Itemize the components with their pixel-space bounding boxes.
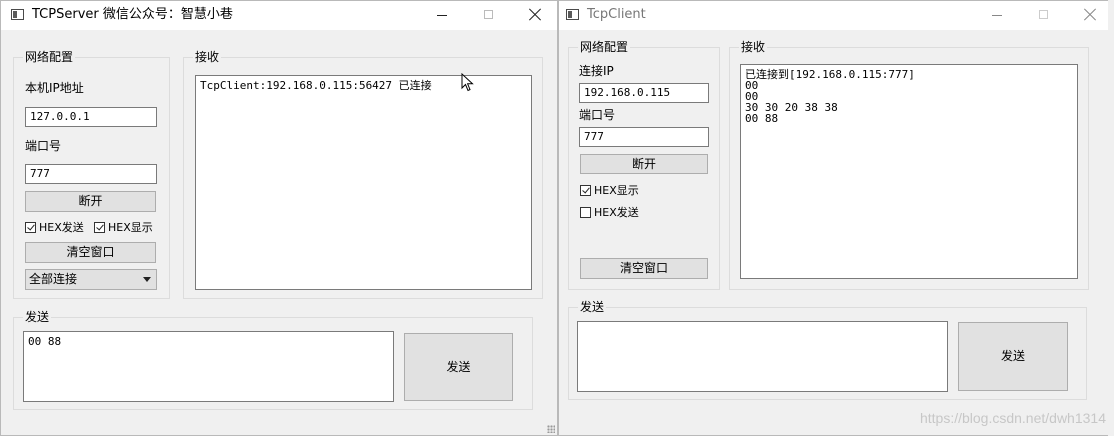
- watermark-text: https://blog.csdn.net/dwh1314: [919, 410, 1106, 426]
- server-maximize-button[interactable]: [466, 1, 512, 30]
- client-receive-textarea[interactable]: 已连接到[192.168.0.115:777] 00 00 30 30 20 3…: [740, 64, 1078, 279]
- clear-window-button[interactable]: 清空窗口: [580, 258, 708, 279]
- group-title: 发送: [578, 299, 607, 315]
- minimize-icon: [437, 15, 447, 16]
- minimize-icon: [992, 15, 1002, 16]
- server-window-title: TCPServer 微信公众号：智慧小巷: [32, 7, 233, 22]
- hex-send-checkbox[interactable]: HEX发送: [25, 219, 84, 235]
- hex-send-label: HEX发送: [39, 221, 84, 234]
- receive-line: 00: [745, 79, 759, 92]
- connect-ip-label: 连接IP: [579, 64, 614, 78]
- group-title: 接收: [193, 49, 222, 65]
- receive-line: 00 88: [745, 112, 779, 125]
- background-edge: [1108, 0, 1114, 436]
- tcp-server-window: TCPServer 微信公众号：智慧小巷 网络配置 本机IP地址 127.0.0…: [0, 0, 558, 436]
- hex-show-checkbox[interactable]: HEX显示: [580, 182, 639, 198]
- disconnect-button[interactable]: 断开: [580, 154, 708, 174]
- server-receive-textarea[interactable]: TcpClient:192.168.0.115:56427 已连接: [195, 75, 532, 290]
- port-label: 端口号: [25, 139, 62, 153]
- connect-ip-input[interactable]: 192.168.0.115: [579, 83, 709, 103]
- checkbox-unchecked-icon: [580, 206, 591, 218]
- maximize-icon: [1039, 10, 1048, 19]
- port-input[interactable]: 777: [25, 164, 157, 184]
- resize-grip-icon[interactable]: [547, 425, 555, 433]
- receive-line: TcpClient:192.168.0.115:56427 已连接: [200, 79, 432, 92]
- checkbox-checked-icon: [25, 221, 36, 233]
- client-title-bar[interactable]: TcpClient: [559, 1, 1113, 30]
- server-title-bar[interactable]: TCPServer 微信公众号：智慧小巷: [1, 1, 557, 30]
- server-close-button[interactable]: [512, 1, 558, 30]
- group-title: 网络配置: [578, 39, 631, 55]
- local-ip-label: 本机IP地址: [25, 81, 84, 95]
- dropdown-arrow-icon: [143, 277, 151, 282]
- receive-line: 已连接到[192.168.0.115:777]: [745, 68, 915, 81]
- port-input[interactable]: 777: [579, 127, 709, 147]
- group-title: 接收: [739, 39, 768, 55]
- mouse-cursor-icon: [461, 73, 474, 92]
- hex-show-label: HEX显示: [594, 184, 639, 197]
- client-minimize-button[interactable]: [975, 1, 1021, 30]
- hex-show-checkbox[interactable]: HEX显示: [94, 219, 153, 235]
- close-icon: [529, 9, 541, 21]
- close-icon: [1084, 9, 1096, 21]
- checkbox-checked-icon: [94, 221, 105, 233]
- connection-target-select[interactable]: 全部连接: [25, 269, 157, 290]
- local-ip-input[interactable]: 127.0.0.1: [25, 107, 157, 127]
- hex-show-label: HEX显示: [108, 221, 153, 234]
- maximize-icon: [484, 10, 493, 19]
- tcp-client-window: TcpClient 网络配置 连接IP 192.168.0.115 端口号 77…: [558, 0, 1114, 436]
- client-close-button[interactable]: [1067, 1, 1113, 30]
- group-title: 发送: [23, 309, 52, 325]
- app-window-icon: [566, 9, 579, 20]
- client-send-textarea[interactable]: [577, 321, 948, 392]
- connection-target-value: 全部连接: [29, 272, 78, 286]
- app-window-icon: [11, 9, 24, 20]
- client-send-button[interactable]: 发送: [958, 322, 1068, 391]
- server-send-textarea[interactable]: 00 88: [23, 331, 394, 402]
- server-send-button[interactable]: 发送: [404, 333, 513, 401]
- disconnect-button[interactable]: 断开: [25, 191, 156, 212]
- server-minimize-button[interactable]: [420, 1, 466, 30]
- group-title: 网络配置: [23, 49, 76, 65]
- client-window-title: TcpClient: [587, 7, 646, 22]
- port-label: 端口号: [579, 108, 616, 122]
- hex-send-checkbox[interactable]: HEX发送: [580, 204, 639, 220]
- hex-send-label: HEX发送: [594, 206, 639, 219]
- client-maximize-button[interactable]: [1021, 1, 1067, 30]
- receive-line: 30 30 20 38 38: [745, 101, 838, 114]
- clear-window-button[interactable]: 清空窗口: [25, 242, 156, 263]
- send-text: 00 88: [28, 335, 62, 348]
- checkbox-checked-icon: [580, 184, 591, 196]
